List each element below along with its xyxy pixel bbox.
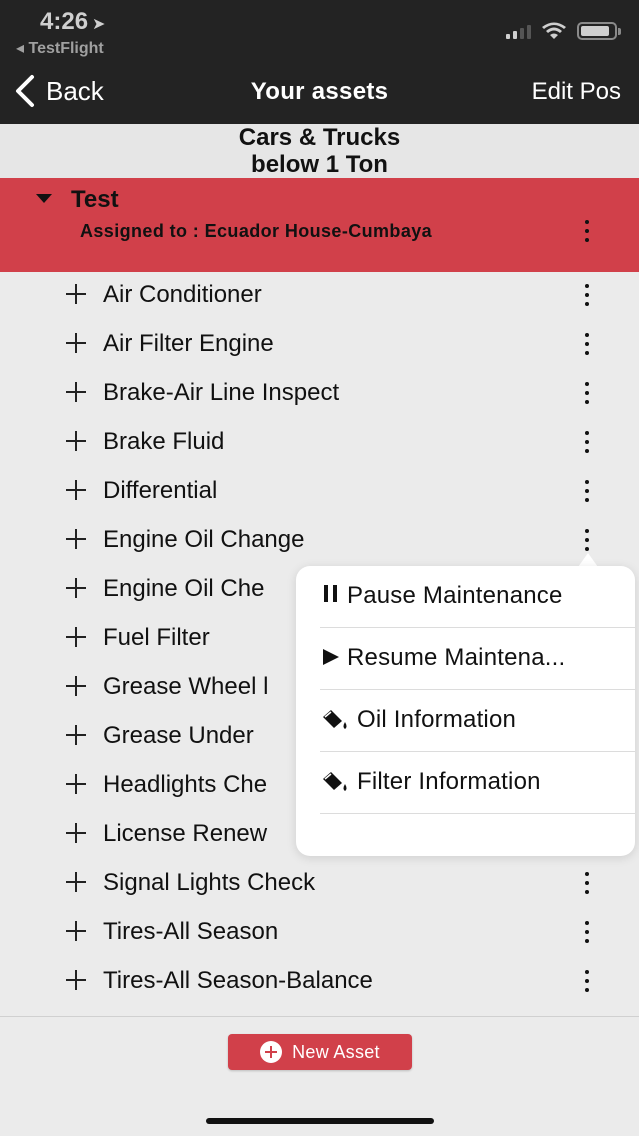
list-item[interactable]: Tires-All Season-Balance — [0, 958, 639, 1007]
list-item-label: Engine Oil Change — [103, 526, 305, 553]
category-header: Cars & Trucks below 1 Ton — [0, 124, 639, 178]
list-item-label: Signal Lights Check — [103, 869, 316, 896]
oil-can-icon — [323, 772, 347, 791]
menu-pause-maintenance[interactable]: Pause Maintenance — [320, 566, 635, 628]
asset-header[interactable]: Test Assigned to : Ecuador House-Cumbaya — [0, 178, 639, 272]
plus-icon[interactable] — [66, 774, 86, 794]
list-item-label: Brake Fluid — [103, 428, 225, 455]
plus-circle-icon — [260, 1041, 283, 1063]
plus-icon[interactable] — [66, 676, 86, 696]
menu-item-label: Filter Information — [357, 768, 541, 795]
location-arrow-icon: ➤ — [92, 16, 106, 33]
status-indicators — [506, 22, 621, 40]
list-item[interactable]: Brake-Air Line Inspect — [0, 370, 639, 419]
status-time: 4:26 ➤ — [40, 8, 105, 36]
more-icon[interactable] — [581, 382, 593, 404]
menu-oil-information[interactable]: Oil Information — [320, 690, 635, 752]
caret-down-icon[interactable] — [36, 194, 52, 203]
menu-resume-maintenance[interactable]: Resume Maintena... — [320, 628, 635, 690]
more-icon-active[interactable] — [581, 529, 593, 551]
list-item-label: Tires-All Season — [103, 918, 279, 945]
more-icon[interactable] — [581, 921, 593, 943]
plus-icon[interactable] — [66, 284, 86, 304]
plus-icon[interactable] — [66, 921, 86, 941]
wifi-icon — [542, 22, 566, 39]
more-icon[interactable] — [581, 872, 593, 894]
status-time-text: 4:26 — [40, 8, 89, 35]
plus-icon[interactable] — [66, 970, 86, 990]
list-item[interactable]: Air Filter Engine — [0, 321, 639, 370]
pause-icon — [324, 585, 337, 602]
plus-icon[interactable] — [66, 823, 86, 843]
popup-pointer — [578, 553, 598, 567]
plus-icon[interactable] — [66, 431, 86, 451]
list-item-label: License Renew — [103, 820, 268, 847]
more-icon[interactable] — [581, 333, 593, 355]
list-item[interactable]: Signal Lights Check — [0, 860, 639, 909]
new-asset-label: New Asset — [292, 1041, 380, 1062]
back-to-testflight[interactable]: ◂ TestFlight — [16, 38, 104, 58]
plus-icon[interactable] — [66, 382, 86, 402]
list-item-label: Headlights Che — [103, 771, 268, 798]
menu-item-label: Pause Maintenance — [347, 582, 563, 609]
list-item-label: Tires-All Season-Balance — [103, 967, 373, 994]
more-icon[interactable] — [581, 480, 593, 502]
footer-divider — [0, 1016, 639, 1017]
new-asset-button[interactable]: New Asset — [228, 1034, 412, 1070]
context-menu: Pause Maintenance Resume Maintena... Oil… — [296, 566, 635, 856]
plus-icon[interactable] — [66, 333, 86, 353]
category-line-2: below 1 Ton — [251, 151, 388, 178]
edit-pos-button[interactable]: Edit Pos — [532, 78, 621, 106]
asset-name: Test — [71, 186, 119, 213]
menu-item-label: Resume Maintena... — [347, 644, 566, 671]
plus-icon[interactable] — [66, 725, 86, 745]
list-item[interactable]: Brake Fluid — [0, 419, 639, 468]
oil-can-icon — [323, 710, 347, 729]
cellular-signal-icon — [506, 23, 531, 39]
more-icon[interactable] — [581, 970, 593, 992]
list-item-label: Air Conditioner — [103, 281, 262, 308]
plus-icon[interactable] — [66, 627, 86, 647]
list-item[interactable]: Differential — [0, 468, 639, 517]
list-item-label: Brake-Air Line Inspect — [103, 379, 340, 406]
list-item[interactable]: Air Conditioner — [0, 272, 639, 321]
home-indicator[interactable] — [206, 1118, 434, 1124]
list-item-label: Grease Under — [103, 722, 254, 749]
category-line-1: Cars & Trucks — [238, 124, 401, 151]
list-item-label: Fuel Filter — [103, 624, 210, 651]
list-item[interactable]: Tires-All Season — [0, 909, 639, 958]
menu-item-label: Oil Information — [357, 706, 517, 733]
asset-more-icon[interactable] — [581, 220, 593, 242]
plus-icon[interactable] — [66, 480, 86, 500]
list-item-label: Air Filter Engine — [103, 330, 274, 357]
play-icon — [323, 649, 339, 665]
plus-icon[interactable] — [66, 529, 86, 549]
asset-assigned-to: Assigned to : Ecuador House-Cumbaya — [80, 221, 433, 241]
plus-icon[interactable] — [66, 578, 86, 598]
list-item-label: Engine Oil Che — [103, 575, 265, 602]
plus-icon[interactable] — [66, 872, 86, 892]
battery-icon — [577, 22, 621, 40]
list-item-label: Differential — [103, 477, 218, 504]
more-icon[interactable] — [581, 431, 593, 453]
list-item[interactable]: Engine Oil Change — [0, 517, 639, 566]
list-item-label: Grease Wheel l — [103, 673, 269, 700]
more-icon[interactable] — [581, 284, 593, 306]
menu-filter-information[interactable]: Filter Information — [320, 752, 635, 814]
top-bar: 4:26 ➤ ◂ TestFlight Back Your assets Edit… — [0, 0, 639, 124]
